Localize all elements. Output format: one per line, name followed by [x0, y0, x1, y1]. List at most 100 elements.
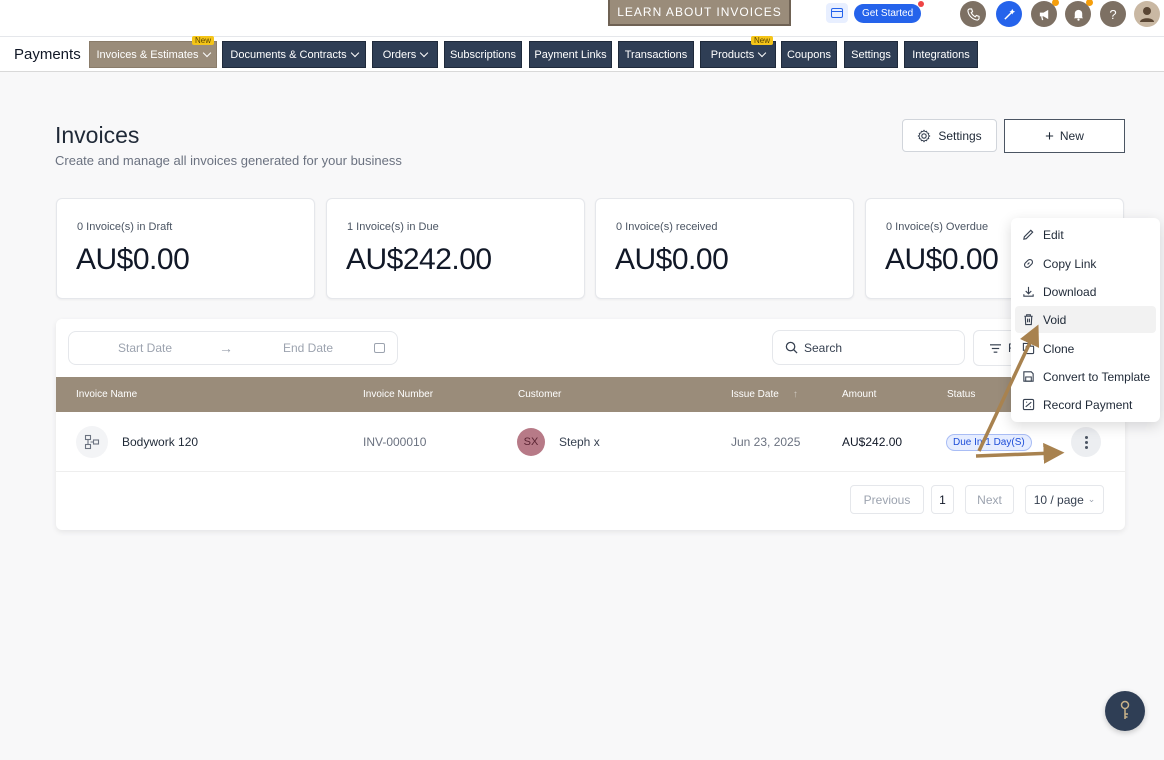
customer-name: Steph x [559, 435, 600, 449]
tab-label: Orders [382, 48, 417, 61]
new-label: New [1059, 129, 1084, 143]
tab-invoices-estimates[interactable]: Invoices & Estimates New [89, 36, 217, 68]
magic-wand-icon[interactable] [996, 1, 1022, 27]
get-started-label: Get Started [862, 7, 914, 19]
stat-card-received: 0 Invoice(s) received AU$0.00 [595, 198, 854, 299]
column-header[interactable]: Customer [518, 377, 561, 412]
tab-label: Payment Links [534, 48, 607, 61]
megaphone-icon[interactable] [1031, 0, 1059, 27]
key-icon [1120, 700, 1130, 719]
dot [1084, 435, 1088, 439]
next-page-button[interactable]: Next [965, 485, 1014, 514]
new-badge: New [191, 36, 214, 45]
menu-item-record-payment[interactable]: Record Payment [1015, 391, 1156, 418]
payment-icon [1022, 398, 1035, 411]
settings-label: Settings [938, 128, 982, 143]
tab-payment-links[interactable]: Payment Links [529, 41, 612, 68]
end-date-input[interactable]: End Date [283, 341, 333, 355]
page-size-value: 10 / page [1033, 492, 1084, 507]
column-header[interactable]: Amount [842, 377, 876, 412]
plus-icon: + [1045, 127, 1054, 145]
previous-page-button[interactable]: Previous [850, 485, 924, 514]
page-subtitle: Create and manage all invoices generated… [55, 153, 402, 168]
row-actions-button[interactable] [1071, 427, 1101, 457]
link-icon [1023, 258, 1034, 269]
status-badge: Due In 1 Day(S) [946, 433, 1032, 451]
help-icon[interactable]: ? [1100, 1, 1126, 27]
chevron-down-icon [420, 48, 429, 58]
top-bar: LEARN ABOUT INVOICES Get Started ? [0, 0, 1164, 36]
menu-item-copy-link[interactable]: Copy Link [1015, 250, 1156, 277]
phone-icon[interactable] [960, 1, 986, 27]
tab-transactions[interactable]: Transactions [618, 41, 694, 68]
bell-icon[interactable] [1065, 0, 1093, 27]
search-input[interactable]: Search [772, 330, 965, 365]
page-size-select[interactable]: 10 / page ⌄ [1025, 485, 1104, 514]
dot [1084, 445, 1088, 449]
new-invoice-button[interactable]: + New [1004, 119, 1125, 153]
tab-label: Documents & Contracts [230, 48, 347, 61]
column-header[interactable]: Invoice Number [363, 377, 433, 412]
invoices-table-card: Start Date → End Date Search F Invoice N… [56, 319, 1125, 530]
table-header: Invoice Name Invoice Number Customer Iss… [56, 377, 1125, 412]
menu-item-clone[interactable]: Clone [1015, 335, 1156, 362]
dot [1084, 440, 1088, 444]
menu-item-convert-template[interactable]: Convert to Template [1015, 363, 1156, 390]
settings-button[interactable]: Settings [902, 119, 997, 152]
row-actions-menu: Edit Copy Link Download Void Clone Conve… [1011, 218, 1160, 422]
column-header[interactable]: Status [947, 377, 975, 412]
stat-label: 1 Invoice(s) in Due [347, 221, 439, 233]
tab-documents-contracts[interactable]: Documents & Contracts [222, 41, 366, 68]
amount: AU$242.00 [842, 435, 903, 449]
tab-settings[interactable]: Settings [844, 41, 898, 68]
date-range-picker[interactable]: Start Date → End Date [68, 331, 398, 365]
notification-dot [1052, 0, 1059, 6]
menu-item-download[interactable]: Download [1015, 278, 1156, 305]
stat-label: 0 Invoice(s) in Draft [77, 221, 173, 233]
menu-item-edit[interactable]: Edit [1015, 221, 1156, 248]
menu-item-label: Record Payment [1043, 397, 1133, 412]
table-row[interactable]: Bodywork 120 INV-000010 SX Steph x Jun 2… [56, 412, 1125, 472]
payments-navbar: Payments Invoices & Estimates New Docume… [0, 36, 1164, 72]
column-header-sortable[interactable]: Issue Date ↑ [731, 377, 798, 412]
menu-item-void[interactable]: Void [1015, 306, 1156, 333]
floating-help-button[interactable] [1105, 691, 1145, 731]
stat-value: AU$242.00 [346, 243, 492, 276]
learn-about-invoices-button[interactable]: LEARN ABOUT INVOICES [608, 0, 791, 26]
stat-value: AU$0.00 [885, 243, 999, 276]
tab-subscriptions[interactable]: Subscriptions [444, 41, 522, 68]
stat-label: 0 Invoice(s) Overdue [886, 221, 989, 233]
page-number-button[interactable]: 1 [931, 485, 954, 514]
tab-coupons[interactable]: Coupons [781, 41, 837, 68]
search-icon [785, 341, 798, 354]
search-placeholder: Search [804, 340, 843, 355]
issue-date: Jun 23, 2025 [731, 435, 801, 449]
column-header-label: Issue Date [731, 389, 779, 400]
notification-dot [918, 0, 925, 7]
download-icon [1023, 286, 1034, 297]
tab-orders[interactable]: Orders [372, 41, 438, 68]
stat-value: AU$0.00 [615, 243, 729, 276]
chevron-down-icon [757, 48, 767, 58]
start-date-input[interactable]: Start Date [118, 341, 172, 355]
chevron-down-icon [350, 48, 359, 58]
invoice-name[interactable]: Bodywork 120 [122, 412, 198, 472]
menu-item-label: Void [1043, 312, 1067, 327]
calendar-icon [374, 343, 385, 353]
get-started-button[interactable]: Get Started [854, 0, 925, 23]
chevron-down-icon [202, 48, 211, 58]
get-started-group: Get Started [826, 0, 925, 23]
tab-integrations[interactable]: Integrations [904, 41, 978, 68]
clone-icon [1022, 342, 1035, 355]
page-title: Invoices [55, 122, 140, 148]
column-header[interactable]: Invoice Name [76, 377, 137, 412]
tab-products[interactable]: Products New [700, 36, 776, 68]
avatar[interactable] [1134, 1, 1160, 27]
section-title: Payments [14, 46, 81, 63]
notification-dot [1086, 0, 1093, 6]
chevron-down-icon: ⌄ [1087, 494, 1096, 504]
filter-icon [990, 343, 1001, 353]
invoice-number: INV-000010 [363, 435, 427, 449]
tab-label: Transactions [624, 48, 688, 61]
menu-item-label: Clone [1043, 341, 1075, 356]
